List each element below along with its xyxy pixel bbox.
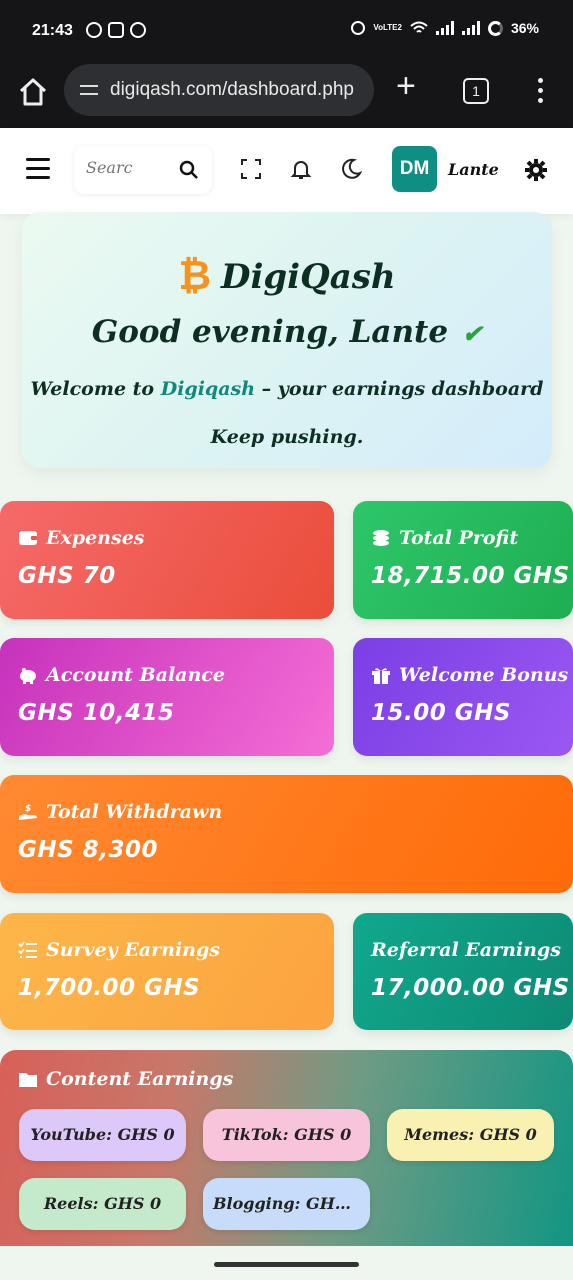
account-balance-value: GHS 10,415 — [18, 700, 175, 726]
whatsapp-icon — [86, 22, 102, 38]
piggy-bank-icon — [20, 668, 36, 684]
total-profit-value: 18,715.00 GHS — [371, 563, 570, 589]
url-bar[interactable]: digiqash.com/dashboard.php — [64, 64, 374, 116]
battery-percent: 36% — [510, 20, 539, 36]
content-earnings-card: Content Earnings YouTube: GHS 0 TikTok: … — [0, 1050, 573, 1246]
welcome-line: Welcome to Digiqash – your earnings dash… — [22, 378, 552, 400]
gear-icon[interactable] — [524, 158, 548, 182]
check-icon: ✔ — [462, 319, 483, 348]
referral-earnings-label: Referral Earnings — [371, 939, 561, 961]
welcome-suffix: – your earnings dashboard — [261, 378, 544, 400]
expenses-card[interactable]: Expenses GHS 70 — [0, 501, 334, 619]
youtube-earnings-pill[interactable]: YouTube: GHS 0 — [19, 1109, 186, 1161]
search-icon[interactable] — [179, 160, 199, 180]
blogging-earnings-pill[interactable]: Blogging: GHS... — [203, 1178, 370, 1230]
avatar[interactable]: DM — [392, 146, 437, 192]
content-earnings-label: Content Earnings — [18, 1068, 233, 1090]
account-balance-card[interactable]: Account Balance GHS 10,415 — [0, 638, 334, 756]
greeting-text: Good evening, Lante — [91, 314, 449, 350]
home-icon[interactable] — [18, 76, 48, 108]
signal-icon-2 — [461, 21, 480, 35]
football-icon — [130, 22, 146, 38]
survey-earnings-card[interactable]: Survey Earnings 1,700.00 GHS — [0, 913, 334, 1030]
expenses-label: Expenses — [18, 527, 144, 549]
username[interactable]: Lante — [448, 160, 499, 179]
wifi-icon — [410, 21, 428, 33]
welcome-highlight: Digiqash — [160, 378, 256, 400]
status-bar: 21:43 VoLTE2 36% — [0, 0, 573, 62]
total-withdrawn-card[interactable]: $ Total Withdrawn GHS 8,300 — [0, 775, 573, 893]
checklist-icon — [18, 941, 37, 958]
tiktok-earnings-pill[interactable]: TikTok: GHS 0 — [203, 1109, 370, 1161]
survey-earnings-value: 1,700.00 GHS — [18, 975, 201, 1001]
survey-earnings-label: Survey Earnings — [18, 939, 220, 961]
menu-icon[interactable] — [26, 158, 50, 179]
referral-earnings-value: 17,000.00 GHS — [371, 975, 570, 1001]
moon-icon[interactable] — [340, 158, 362, 180]
search-input[interactable] — [86, 158, 166, 177]
referral-earnings-card[interactable]: Referral Earnings 17,000.00 GHS — [353, 913, 573, 1030]
coins-icon — [373, 530, 389, 546]
content-earnings-label-text: Content Earnings — [46, 1068, 234, 1090]
bell-icon[interactable] — [290, 158, 312, 180]
memes-earnings-pill[interactable]: Memes: GHS 0 — [387, 1109, 554, 1161]
greeting: Good evening, Lante ✔ — [22, 314, 552, 350]
svg-text:$: $ — [25, 804, 31, 814]
browser-toolbar: digiqash.com/dashboard.php + 1 — [0, 62, 573, 128]
tab-switcher-button[interactable]: 1 — [463, 78, 489, 104]
reels-earnings-pill[interactable]: Reels: GHS 0 — [19, 1178, 186, 1230]
instagram-icon — [108, 22, 124, 38]
total-profit-label-text: Total Profit — [399, 527, 519, 549]
app-header: DM Lante — [0, 128, 573, 214]
welcome-bonus-label: Welcome Bonus — [371, 664, 568, 686]
welcome-subline: Keep pushing. — [210, 426, 364, 448]
signal-icon — [435, 21, 454, 35]
notification-icons — [86, 22, 146, 38]
account-balance-label: Account Balance — [18, 664, 225, 686]
expenses-value: GHS 70 — [18, 563, 116, 589]
fullscreen-icon[interactable] — [240, 158, 262, 180]
welcome-bonus-value: 15.00 GHS — [371, 700, 511, 726]
bitcoin-icon: ₿ — [178, 254, 211, 298]
folder-icon — [19, 1073, 37, 1087]
search-box[interactable] — [74, 146, 212, 194]
expenses-label-text: Expenses — [46, 527, 145, 549]
account-balance-label-text: Account Balance — [46, 664, 225, 686]
brand: ₿ DigiQash — [22, 254, 552, 299]
status-time: 21:43 — [32, 22, 73, 39]
battery-icon — [487, 20, 503, 36]
total-withdrawn-label-text: Total Withdrawn — [46, 801, 223, 823]
welcome-card: ₿ DigiQash Good evening, Lante ✔ Welcome … — [22, 212, 552, 468]
site-settings-icon[interactable] — [80, 81, 102, 99]
total-profit-card[interactable]: Total Profit 18,715.00 GHS — [353, 501, 573, 619]
browser-menu-icon[interactable] — [536, 76, 544, 104]
welcome-prefix: Welcome to — [30, 378, 155, 400]
total-withdrawn-value: GHS 8,300 — [18, 837, 158, 863]
hand-dollar-icon: $ — [19, 804, 37, 820]
gesture-nav-handle[interactable] — [214, 1262, 359, 1267]
new-tab-button[interactable]: + — [396, 69, 424, 103]
survey-earnings-label-text: Survey Earnings — [46, 939, 220, 961]
volte-label: VoLTE2 — [373, 23, 402, 32]
referral-earnings-label-text: Referral Earnings — [371, 939, 561, 961]
gift-icon — [372, 668, 390, 684]
brand-name: DigiQash — [221, 256, 396, 297]
total-withdrawn-label: $ Total Withdrawn — [18, 801, 222, 823]
url-text: digiqash.com/dashboard.php — [110, 79, 355, 100]
welcome-bonus-card[interactable]: Welcome Bonus 15.00 GHS — [353, 638, 573, 756]
wallet-icon — [19, 531, 37, 545]
status-right: VoLTE2 36% — [351, 20, 539, 36]
welcome-bonus-label-text: Welcome Bonus — [399, 664, 569, 686]
total-profit-label: Total Profit — [371, 527, 518, 549]
alarm-icon — [351, 21, 366, 35]
